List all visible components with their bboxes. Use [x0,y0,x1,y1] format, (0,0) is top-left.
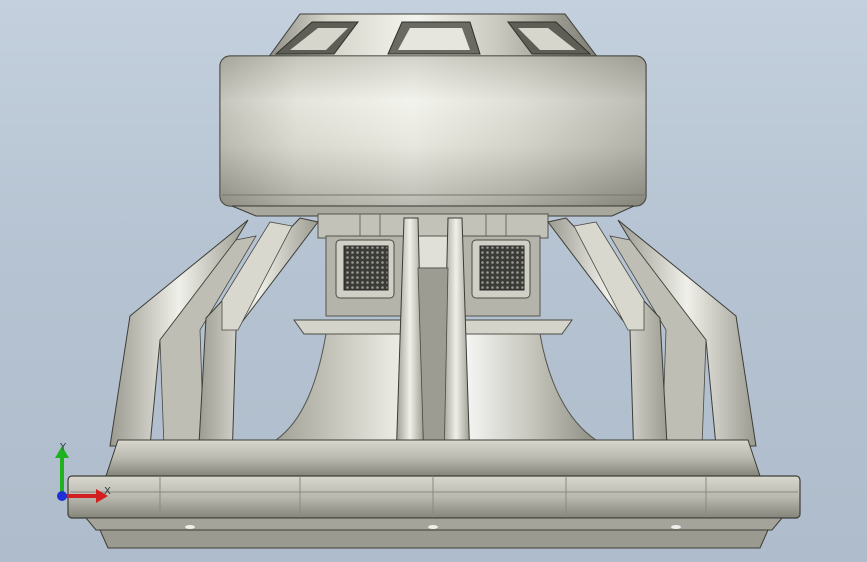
base-flange [67,439,801,549]
top-cap [267,13,599,59]
speaker-model[interactable] [0,0,867,562]
y-axis-label: Y [60,442,67,453]
magnet-ring [219,55,647,217]
x-axis-label: X [104,486,111,497]
terminal-mesh-right [479,245,525,291]
axis-triad: Y X [50,440,120,510]
z-axis-dot [57,491,67,501]
cad-viewport[interactable]: Y X [0,0,867,562]
terminal-mesh-left [343,245,389,291]
